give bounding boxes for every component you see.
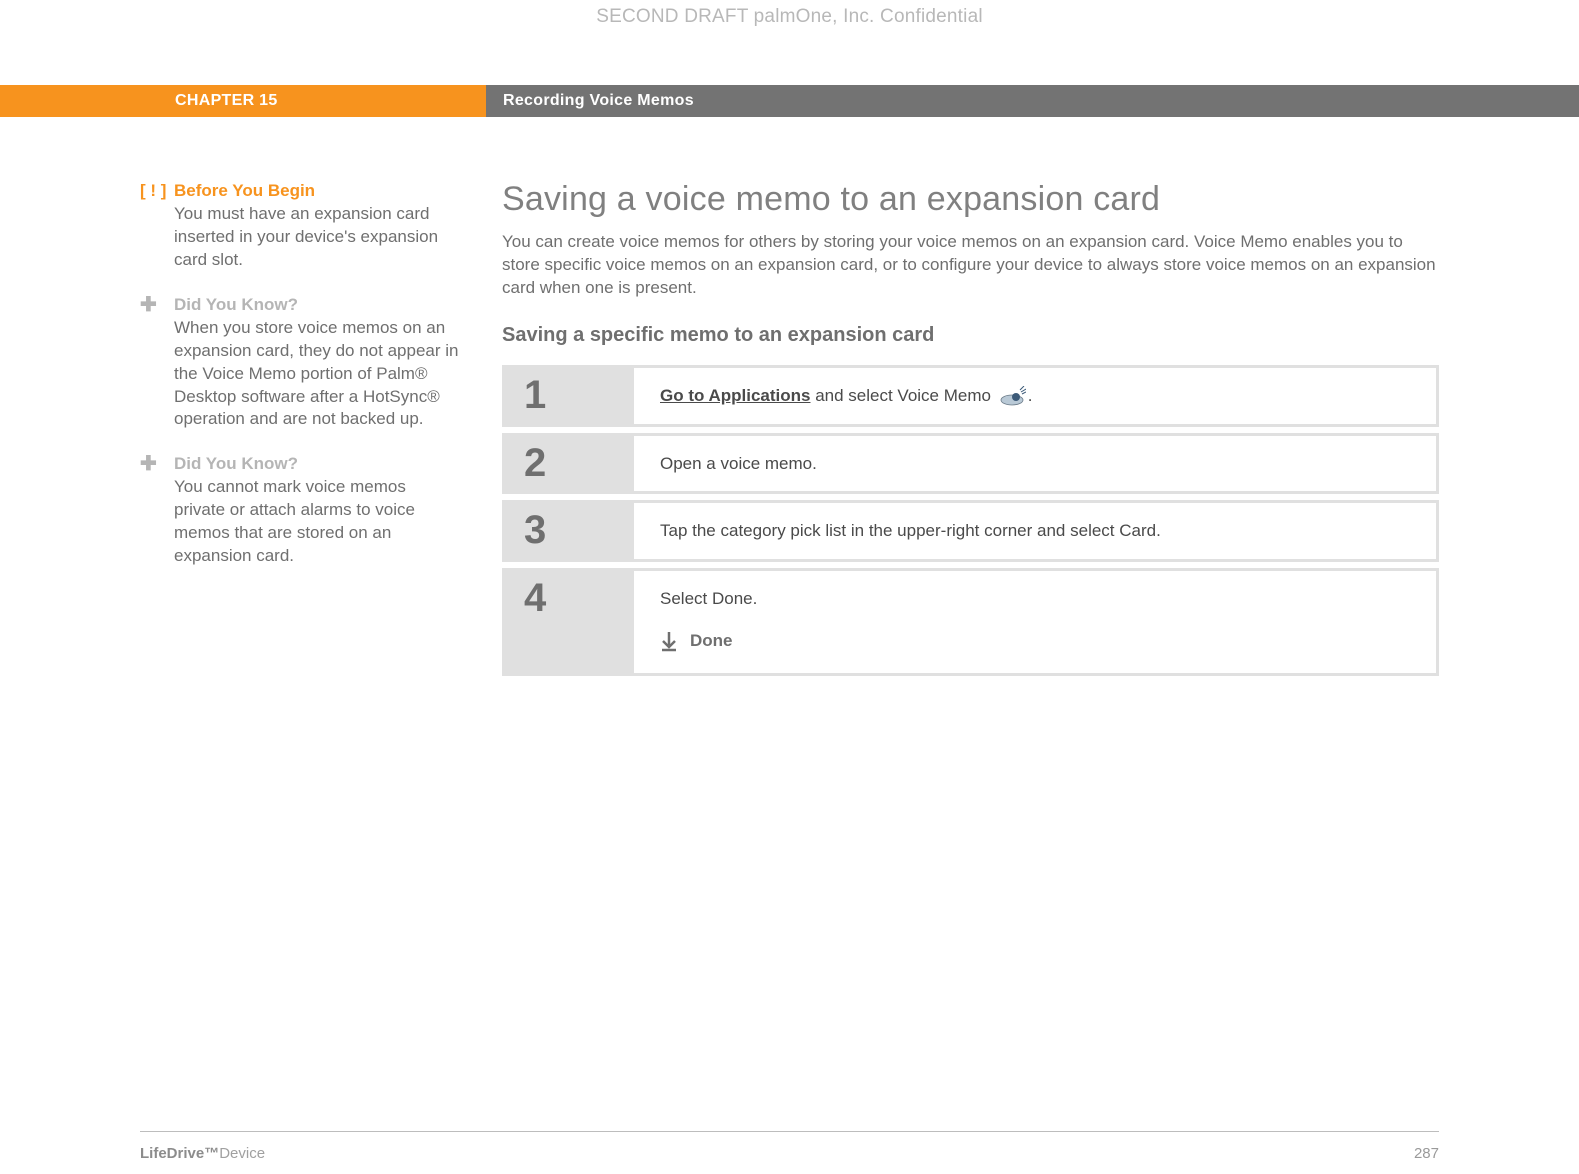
footer-rule [140, 1131, 1439, 1132]
steps-table: 1 Go to Applications and select Voice Me… [502, 359, 1439, 682]
step-1-after: and select Voice Memo [810, 386, 995, 405]
product-name: LifeDrive™Device [140, 1145, 265, 1162]
step-row: 1 Go to Applications and select Voice Me… [502, 365, 1439, 427]
step-text: Tap the category pick list in the upper-… [634, 500, 1439, 562]
dyk2-text: You cannot mark voice memos private or a… [174, 477, 415, 565]
alert-icon: [ ! ] [140, 180, 174, 272]
step-row: 4 Select Done. Done [502, 568, 1439, 676]
chapter-label: CHAPTER 15 [175, 92, 278, 110]
plus-icon: ✚ [140, 294, 174, 432]
step-1-tail: . [1028, 386, 1033, 405]
did-you-know-1: ✚ Did You Know? When you store voice mem… [140, 294, 460, 432]
sidebar: [ ! ] Before You Begin You must have an … [140, 180, 460, 682]
chapter-bar: CHAPTER 15 Recording Voice Memos [0, 85, 1579, 117]
page: SECOND DRAFT palmOne, Inc. Confidential … [0, 0, 1579, 1174]
done-indicator: Done [660, 629, 1416, 653]
chapter-title: Recording Voice Memos [503, 92, 694, 110]
plus-icon: ✚ [140, 453, 174, 568]
page-heading: Saving a voice memo to an expansion card [502, 180, 1439, 219]
chapter-label-bar: CHAPTER 15 [0, 85, 486, 117]
step-4-text: Select Done. [660, 589, 757, 608]
step-text: Go to Applications and select Voice Memo… [634, 365, 1439, 427]
before-you-begin: [ ! ] Before You Begin You must have an … [140, 180, 460, 272]
main: Saving a voice memo to an expansion card… [502, 180, 1439, 682]
before-text: You must have an expansion card inserted… [174, 204, 438, 269]
dyk1-title: Did You Know? [174, 295, 298, 314]
step-text: Select Done. Done [634, 568, 1439, 676]
dyk2-title: Did You Know? [174, 454, 298, 473]
section-heading: Saving a specific memo to an expansion c… [502, 324, 1439, 347]
footer: LifeDrive™Device 287 [140, 1145, 1439, 1162]
done-label: Done [690, 629, 733, 653]
content: [ ! ] Before You Begin You must have an … [140, 180, 1439, 682]
step-text: Open a voice memo. [634, 433, 1439, 495]
page-number: 287 [1414, 1145, 1439, 1162]
before-title: Before You Begin [174, 181, 315, 200]
product-light: Device [219, 1145, 265, 1162]
step-number: 4 [502, 568, 634, 676]
voice-memo-icon [998, 386, 1026, 406]
down-arrow-icon [660, 630, 682, 652]
did-you-know-2: ✚ Did You Know? You cannot mark voice me… [140, 453, 460, 568]
step-number: 2 [502, 433, 634, 495]
step-number: 3 [502, 500, 634, 562]
step-row: 3 Tap the category pick list in the uppe… [502, 500, 1439, 562]
chapter-title-bar: Recording Voice Memos [486, 85, 1579, 117]
step-number: 1 [502, 365, 634, 427]
dyk1-text: When you store voice memos on an expansi… [174, 318, 458, 429]
step-row: 2 Open a voice memo. [502, 433, 1439, 495]
product-bold: LifeDrive™ [140, 1145, 219, 1162]
draft-header: SECOND DRAFT palmOne, Inc. Confidential [0, 6, 1579, 28]
go-to-applications-link[interactable]: Go to Applications [660, 386, 810, 405]
intro-paragraph: You can create voice memos for others by… [502, 231, 1439, 300]
